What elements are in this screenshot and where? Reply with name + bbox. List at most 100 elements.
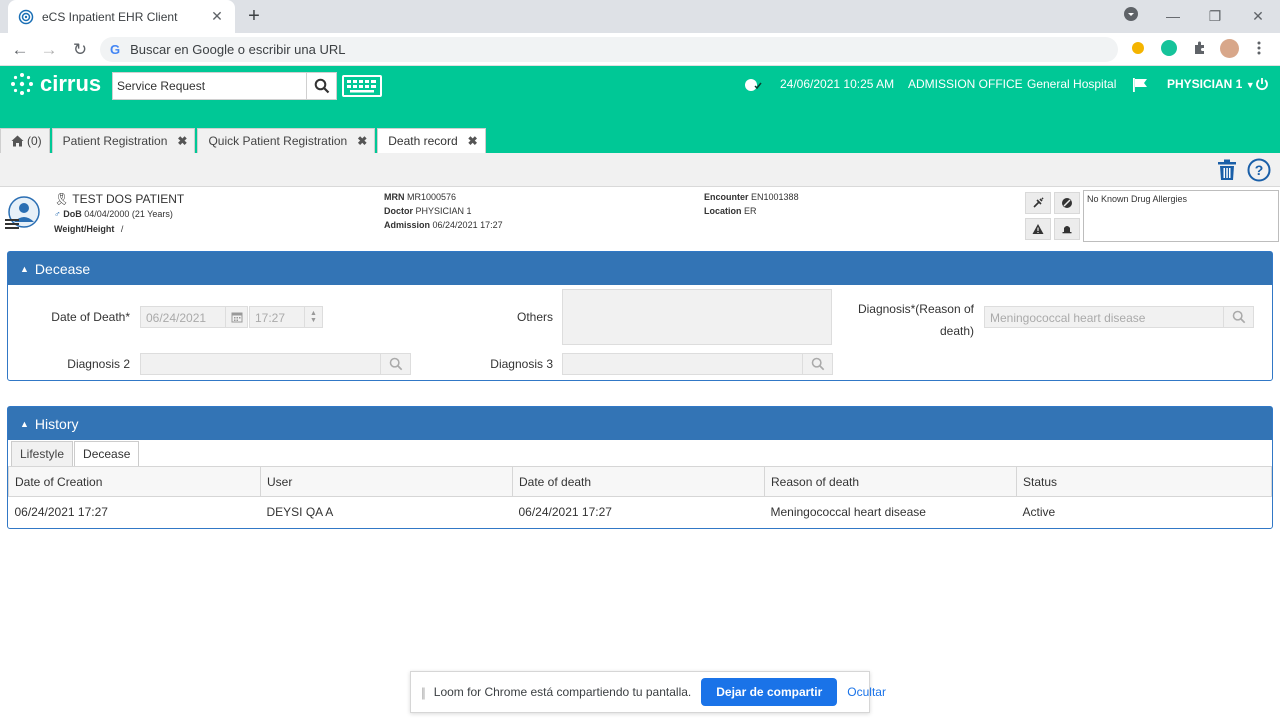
spinner-down-icon[interactable]: ▼ (310, 317, 317, 324)
close-icon[interactable]: ✖ (468, 134, 478, 148)
time-value: 17:27 (255, 311, 286, 325)
restriction-button[interactable] (1054, 192, 1080, 214)
calendar-button[interactable] (225, 307, 247, 327)
drag-handle-icon[interactable]: || (421, 685, 426, 700)
spinner-up-icon[interactable]: ▲ (310, 310, 317, 317)
column-header[interactable]: Status (1016, 466, 1272, 497)
flag-icon[interactable] (1132, 77, 1148, 93)
trash-icon[interactable] (1217, 159, 1237, 186)
history-panel-header[interactable]: ▲ History (8, 407, 1272, 440)
weight-height-value: / (120, 224, 124, 234)
header-datetime: 24/06/2021 10:25 AM (780, 77, 895, 91)
decease-panel: ▲ Decease Date of Death* 06/24/2021 17:2… (7, 251, 1273, 381)
cirrus-logo-icon (11, 73, 33, 95)
tab-lifestyle[interactable]: Lifestyle (11, 441, 74, 466)
tab-patient-registration[interactable]: Patient Registration ✖ (51, 128, 196, 153)
globe-check-icon[interactable] (744, 77, 762, 93)
doctor-value: PHYSICIAN 1 (415, 206, 472, 216)
diagnosis2-input[interactable] (140, 353, 411, 375)
diagnosis2-search-button[interactable] (380, 354, 410, 374)
app-header: cirrus 24/06/2021 10:25 AM ADMISSION OFF… (0, 66, 1280, 153)
close-tab-icon[interactable]: ✕ (209, 8, 225, 25)
profile-menu-icon[interactable] (1121, 6, 1141, 26)
tab-quick-patient-registration[interactable]: Quick Patient Registration ✖ (197, 128, 376, 153)
reload-icon[interactable]: ↻ (69, 39, 91, 61)
close-window-icon[interactable]: ✕ (1248, 6, 1268, 26)
patient-dob: ♂ DoB 04/04/2000 (21 Years) (54, 209, 173, 219)
calendar-icon (231, 312, 242, 323)
table-row[interactable]: 06/24/2021 17:27 DEYSI QA A 06/24/2021 1… (8, 496, 1272, 527)
address-bar: ← → ↻ G Buscar en Google o escribir una … (0, 33, 1280, 66)
alert-button[interactable] (1025, 218, 1051, 240)
column-header[interactable]: Date of death (512, 466, 765, 497)
grammarly-icon[interactable] (1161, 40, 1177, 56)
tab-death-record[interactable]: Death record ✖ (377, 128, 486, 153)
tab-label: Death record (388, 134, 458, 148)
search-icon (314, 78, 329, 94)
search-icon (389, 357, 402, 371)
diagnosis-label-line1: Diagnosis*(Reason of (857, 302, 974, 316)
tab-label: Patient Registration (62, 134, 168, 148)
power-icon[interactable] (1255, 77, 1271, 93)
chevron-down-icon: ▼ (1245, 80, 1255, 90)
diagnosis-value: Meningococcal heart disease (990, 311, 1146, 325)
browser-tab[interactable]: eCS Inpatient EHR Client ✕ (8, 0, 235, 33)
date-of-death-label: Date of Death* (51, 310, 130, 324)
header-office[interactable]: ADMISSION OFFICE (908, 77, 1023, 91)
user-menu[interactable]: PHYSICIAN 1 ▼ (1167, 77, 1255, 91)
tab-decease[interactable]: Decease (74, 441, 140, 466)
avatar[interactable] (1220, 39, 1239, 58)
encounter-label: Encounter (704, 192, 749, 202)
diagnosis3-input[interactable] (562, 353, 833, 375)
block-icon (1062, 198, 1072, 208)
close-icon[interactable]: ✖ (357, 134, 367, 148)
close-icon[interactable]: ✖ (177, 134, 187, 148)
back-icon[interactable]: ← (9, 39, 31, 61)
patient-weight-height: Weight/Height / (54, 224, 123, 234)
app-logo: cirrus (10, 71, 101, 97)
decease-panel-header[interactable]: ▲ Decease (8, 252, 1272, 285)
extension-icon[interactable] (1132, 42, 1144, 54)
forward-icon[interactable]: → (38, 39, 60, 61)
extensions-puzzle-icon[interactable] (1192, 40, 1208, 56)
home-tab-count: (0) (27, 134, 42, 148)
search-button[interactable] (306, 73, 336, 99)
diagnosis-input[interactable]: Meningococcal heart disease (984, 306, 1254, 328)
diagnosis3-search-button[interactable] (802, 354, 832, 374)
keyboard-icon[interactable] (342, 75, 382, 97)
browser-menu-icon[interactable] (1257, 40, 1261, 56)
column-header[interactable]: Date of Creation (8, 466, 261, 497)
column-header[interactable]: User (260, 466, 513, 497)
patient-menu-icon[interactable] (5, 216, 19, 234)
new-tab-button[interactable]: + (243, 5, 265, 27)
others-textarea[interactable] (562, 289, 832, 345)
service-search-input[interactable] (113, 73, 305, 99)
diagnosis-search-button[interactable] (1223, 307, 1253, 327)
time-of-death-input[interactable]: 17:27 ▲ ▼ (249, 306, 323, 328)
restore-icon[interactable]: ❐ (1205, 6, 1225, 26)
stop-sharing-button[interactable]: Dejar de compartir (701, 678, 838, 706)
tab-home[interactable]: (0) (0, 128, 50, 153)
app-tab-bar: (0) Patient Registration ✖ Quick Patient… (0, 128, 488, 153)
isolation-button[interactable] (1054, 218, 1080, 240)
dob-value: 04/04/2000 (21 Years) (84, 209, 173, 219)
header-hospital[interactable]: General Hospital (1027, 77, 1116, 91)
column-header[interactable]: Reason of death (764, 466, 1017, 497)
allergies-box: No Known Drug Allergies (1083, 190, 1279, 242)
help-icon[interactable]: ? (1247, 158, 1271, 187)
syringe-icon (1033, 197, 1044, 208)
svg-text:?: ? (1255, 162, 1264, 178)
app-favicon-icon (18, 9, 34, 24)
date-of-death-input[interactable]: 06/24/2021 (140, 306, 248, 328)
logo-text: cirrus (40, 71, 102, 96)
caret-up-icon: ▲ (20, 418, 29, 429)
minimize-icon[interactable]: — (1163, 6, 1183, 26)
table-cell: Active (1016, 496, 1272, 527)
time-spinner[interactable]: ▲ ▼ (304, 307, 322, 327)
patient-encounter: Encounter EN1001388 (704, 192, 799, 202)
omnibox[interactable]: G Buscar en Google o escribir una URL (100, 37, 1118, 62)
hide-link[interactable]: Ocultar (847, 685, 886, 699)
patient-mrn: MRN MR1000576 (384, 192, 456, 202)
vitals-button[interactable] (1025, 192, 1051, 214)
diagnosis3-label: Diagnosis 3 (490, 357, 553, 371)
